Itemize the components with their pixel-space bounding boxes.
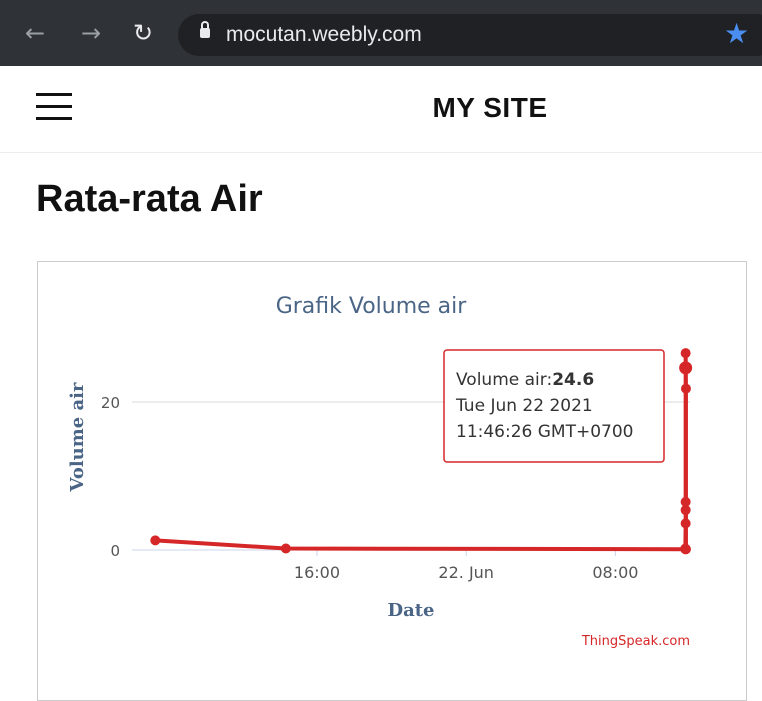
data-point[interactable] (150, 535, 161, 546)
tooltip-time: 11:46:26 GMT+0700 (456, 422, 634, 442)
address-bar[interactable]: mocutan.weebly.com ★ (178, 14, 762, 56)
x-tick-label: 08:00 (592, 563, 638, 582)
arrow-right-icon[interactable]: → (76, 18, 106, 48)
y-tick-label: 0 (110, 542, 120, 560)
browser-toolbar: ← → ↻ mocutan.weebly.com ★ (0, 0, 762, 66)
chart-title: Grafik Volume air (276, 294, 468, 319)
x-tick-label: 22. Jun (438, 563, 494, 582)
data-point[interactable] (679, 361, 693, 375)
arrow-left-icon[interactable]: ← (20, 18, 50, 48)
tooltip-value: 24.6 (552, 370, 594, 390)
svg-text:Volume air:24.6: Volume air:24.6 (456, 370, 594, 390)
line-chart: Grafik Volume air Volume air Date 16:00 2… (67, 294, 693, 649)
star-icon[interactable]: ★ (724, 18, 749, 50)
data-point[interactable] (680, 544, 691, 555)
y-tick-label: 20 (101, 394, 120, 412)
url-text[interactable]: mocutan.weebly.com (226, 23, 422, 47)
page-title: Rata-rata Air (36, 178, 263, 220)
tooltip-series-label: Volume air: (456, 370, 552, 390)
chart-container: Grafik Volume air Volume air Date 16:00 2… (37, 261, 747, 701)
data-point[interactable] (680, 348, 691, 359)
data-point[interactable] (680, 518, 691, 529)
tooltip-date: Tue Jun 22 2021 (455, 396, 593, 416)
x-tick-label: 16:00 (294, 563, 340, 582)
data-point[interactable] (680, 496, 691, 507)
y-axis-label: Volume air (67, 382, 88, 493)
x-axis-label: Date (387, 600, 434, 621)
data-point[interactable] (680, 383, 691, 394)
reload-icon[interactable]: ↻ (128, 18, 158, 48)
lock-icon[interactable] (200, 21, 210, 38)
site-header: MY SITE (0, 66, 762, 153)
chart-tooltip: Volume air:24.6 Tue Jun 22 2021 11:46:26… (443, 349, 665, 463)
site-title[interactable]: MY SITE (0, 92, 762, 124)
chart-credit[interactable]: ThingSpeak.com (581, 634, 690, 649)
data-point[interactable] (280, 543, 291, 554)
